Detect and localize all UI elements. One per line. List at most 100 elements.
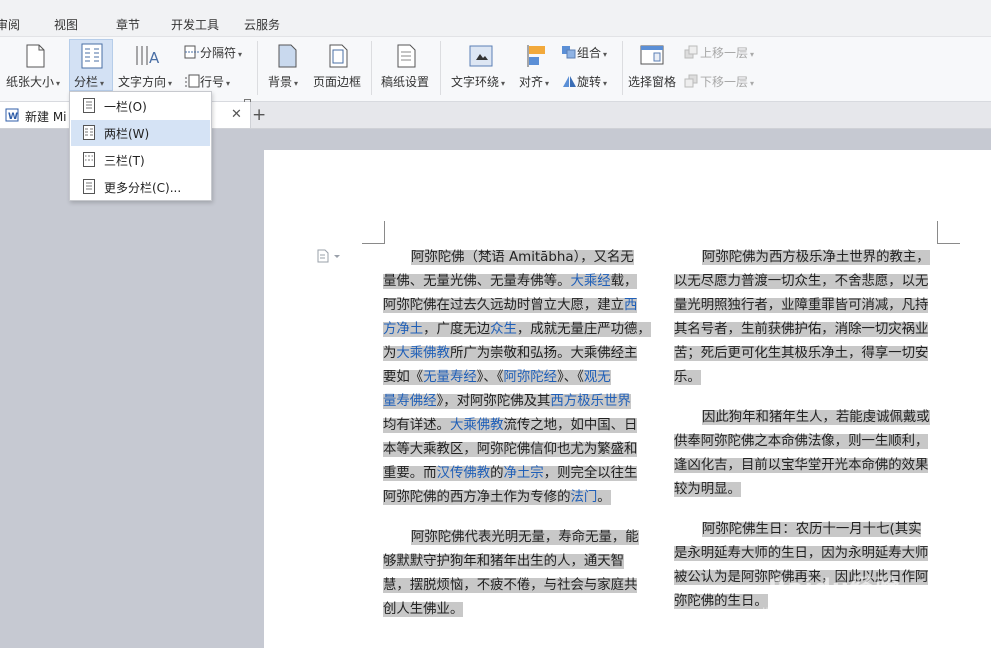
text-line: 是永明延寿大师的生日，因为永明延寿大师 xyxy=(674,542,937,566)
text-line: 量寿佛经》，对阿弥陀佛及其西方极乐世界 xyxy=(383,390,646,414)
bring-forward-button[interactable]: 上移一层 ▾ xyxy=(684,44,754,61)
menu-item-label: 三栏(T) xyxy=(104,154,145,168)
hyperlink[interactable]: 方净土 xyxy=(383,322,423,337)
text-direction-button[interactable]: 文字方向 ▾ xyxy=(118,73,172,90)
selection-pane-label: 选择窗格 xyxy=(628,75,677,89)
separator-button[interactable]: 分隔符 ▾ xyxy=(184,44,242,61)
text-line: 阿弥陀佛生日：农历十一月十七(其实 xyxy=(674,518,937,542)
menu-item-one-column[interactable]: 一栏(O) xyxy=(71,93,210,119)
text-line: 阿弥陀佛代表光明无量，寿命无量，能 xyxy=(383,526,646,550)
one-column-icon xyxy=(83,98,95,113)
rotate-label: 旋转 xyxy=(577,75,602,89)
baidu-watermark-url: jingyan.baidu.com xyxy=(762,606,873,620)
text-wrap-button[interactable]: 文字环绕 ▾ xyxy=(451,73,505,90)
text-run: 其名号者，生前获佛护佑，消除一切灾祸业 xyxy=(674,322,929,337)
hyperlink[interactable]: 无量寿经 xyxy=(423,370,477,385)
new-tab-icon[interactable]: + xyxy=(252,105,266,125)
text-run: 阿弥陀佛为西方极乐净土世界的教主， xyxy=(702,250,930,265)
paper-size-label: 纸张大小 xyxy=(6,75,55,89)
hyperlink[interactable]: 阿弥陀经 xyxy=(504,370,558,385)
text-line: 要如《无量寿经》、《阿弥陀经》、《观无 xyxy=(383,366,646,390)
text-line: 量佛、无量光佛、无量寿佛等。大乘经载， xyxy=(383,270,646,294)
align-icon xyxy=(527,44,549,72)
page-border-button[interactable]: 页面边框 xyxy=(313,73,361,90)
left-paragraph-2: 阿弥陀佛代表光明无量，寿命无量，能 够默默守护狗年和猪年出生的人，通天智 慧，摆脱烦… xyxy=(383,526,646,622)
right-paragraph-2: 因此狗年和猪年生人，若能虔诚佩戴或 供奉阿弥陀佛之本命佛法像，则一生顺利， 逢凶化吉… xyxy=(674,406,937,502)
selection-pane-button[interactable]: 选择窗格 xyxy=(628,73,676,90)
right-paragraph-1: 阿弥陀佛为西方极乐净土世界的教主， 以无尽愿力普渡一切众生，不舍悲愿，以无 量光明照… xyxy=(674,246,937,390)
manuscript-settings-button[interactable]: 稿纸设置 xyxy=(381,73,429,90)
columns-icon xyxy=(81,43,103,73)
columns-button[interactable]: 分栏 ▾ xyxy=(74,73,104,90)
hyperlink[interactable]: 法门 xyxy=(570,490,597,505)
line-number-icon xyxy=(185,74,200,88)
manuscript-icon xyxy=(395,44,417,72)
paper-size-icon xyxy=(24,44,46,72)
menu-item-two-columns[interactable]: 两栏(W) xyxy=(71,120,210,146)
text-run: 弥陀佛的生日。 xyxy=(674,594,768,609)
columns-dropdown-menu: 一栏(O) 两栏(W) 三栏(T) 更多分栏(C)... xyxy=(69,91,212,201)
paragraph-layout-icon[interactable] xyxy=(317,248,343,267)
menu-view[interactable]: 视图 xyxy=(54,16,78,33)
send-backward-button[interactable]: 下移一层 ▾ xyxy=(684,73,754,90)
line-number-button[interactable]: 行号 ▾ xyxy=(184,73,230,90)
menu-review[interactable]: 审阅 xyxy=(0,16,20,33)
text-run: 重要。而 xyxy=(383,466,437,481)
align-label: 对齐 xyxy=(519,75,544,89)
right-text-column[interactable]: 阿弥陀佛为西方极乐净土世界的教主， 以无尽愿力普渡一切众生，不舍悲愿，以无 量光明照… xyxy=(674,246,937,614)
page-border-label: 页面边框 xyxy=(313,75,362,89)
text-run: 为 xyxy=(383,346,397,361)
hyperlink[interactable]: 观无 xyxy=(584,370,611,385)
group-button[interactable]: 组合 ▾ xyxy=(561,44,607,61)
align-button[interactable]: 对齐 ▾ xyxy=(519,73,549,90)
menu-section[interactable]: 章节 xyxy=(116,16,140,33)
menu-item-more-columns[interactable]: 更多分栏(C)... xyxy=(71,174,210,200)
hyperlink[interactable]: 量寿佛经 xyxy=(383,394,437,409)
text-line: 乐。 xyxy=(674,366,937,390)
menu-developer-tools[interactable]: 开发工具 xyxy=(171,16,219,33)
columns-label: 分栏 xyxy=(74,75,99,89)
svg-text:W: W xyxy=(8,112,18,122)
text-line: 慧，摆脱烦恼，不疲不倦，与社会与家庭共 xyxy=(383,574,646,598)
background-button[interactable]: 背景 ▾ xyxy=(268,73,298,90)
hyperlink[interactable]: 净土宗 xyxy=(504,466,544,481)
text-direction-icon: A xyxy=(134,43,160,73)
menu-bar: 审阅 视图 章节 开发工具 云服务 xyxy=(0,0,991,37)
hyperlink[interactable]: 西方极乐世界 xyxy=(550,394,630,409)
text-run: ，成就无量庄严功德， xyxy=(516,322,651,337)
left-text-column[interactable]: 阿弥陀佛（梵语 Amitābha），又名无量佛、无量光佛、无量寿佛等。大乘经载，… xyxy=(383,246,651,622)
text-line: 本等大乘教区，阿弥陀佛信仰也尤为繁盛和 xyxy=(383,438,646,462)
text-run: 逢凶化吉，目前以宝华堂开光本命佛的效果 xyxy=(674,458,929,473)
hyperlink[interactable]: 众生 xyxy=(490,322,517,337)
hyperlink[interactable]: 大乘经 xyxy=(570,274,610,289)
line-number-label: 行号 xyxy=(200,75,225,89)
menu-item-label: 更多分栏(C)... xyxy=(104,181,182,195)
menu-item-label: 两栏(W) xyxy=(104,127,150,141)
text-line: 够默默守护狗年和猪年出生的人，通天智 xyxy=(383,550,646,574)
paper-size-button[interactable]: 纸张大小 ▾ xyxy=(6,73,60,90)
hyperlink[interactable]: 大乘佛教 xyxy=(450,418,504,433)
menu-cloud-service[interactable]: 云服务 xyxy=(244,16,280,33)
group-icon xyxy=(562,46,576,59)
text-run: 阿弥陀佛（梵语 Amitābha），又名无 xyxy=(411,250,634,265)
selection-pane-icon xyxy=(640,45,664,71)
two-columns-icon xyxy=(83,125,95,140)
text-line: 其名号者，生前获佛护佑，消除一切灾祸业 xyxy=(674,318,937,342)
send-backward-label: 下移一层 xyxy=(700,75,749,89)
text-line: 重要。而汉传佛教的净土宗，则完全以往生 xyxy=(383,462,646,486)
hyperlink[interactable]: 西 xyxy=(624,298,637,313)
hyperlink[interactable]: 大乘佛教 xyxy=(396,346,450,361)
menu-item-three-columns[interactable]: 三栏(T) xyxy=(71,147,210,173)
close-tab-icon[interactable]: ✕ xyxy=(231,107,242,122)
margin-mark-top-right xyxy=(937,221,960,244)
svg-text:A: A xyxy=(149,49,160,67)
text-run: 阿弥陀佛在过去久远劫时曾立大愿，建立 xyxy=(383,298,625,313)
baidu-watermark: Baidu经验 xyxy=(768,574,900,602)
hyperlink[interactable]: 汉传佛教 xyxy=(437,466,491,481)
text-run: ，广度无边 xyxy=(423,322,491,337)
text-run: ，则完全以往生 xyxy=(543,466,638,481)
separator-label: 分隔符 xyxy=(200,46,237,60)
rotate-button[interactable]: 旋转 ▾ xyxy=(561,73,607,90)
text-run: 以无尽愿力普渡一切众生，不舍悲愿，以无 xyxy=(674,274,929,289)
text-run: 供奉阿弥陀佛之本命佛法像，则一生顺利， xyxy=(674,434,929,449)
